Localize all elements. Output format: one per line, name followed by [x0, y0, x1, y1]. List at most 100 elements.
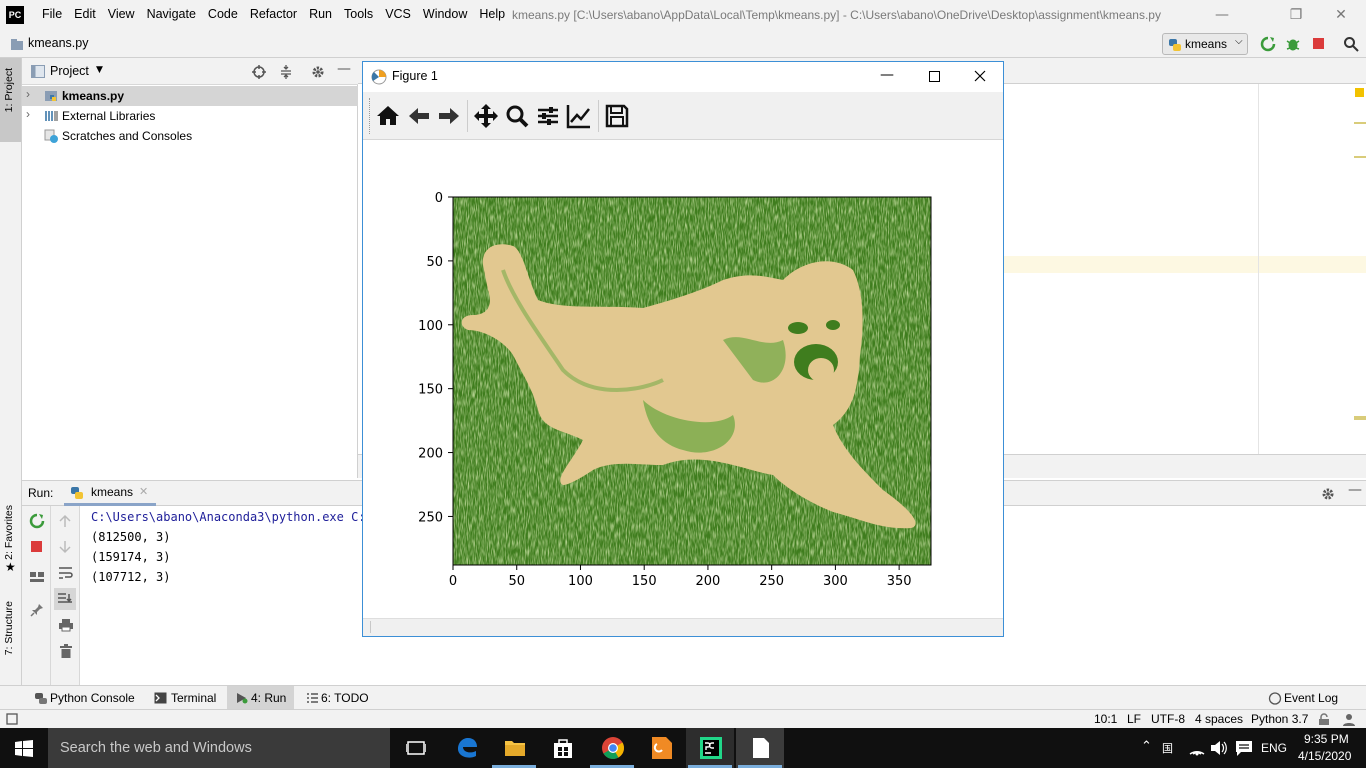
task-view-icon[interactable]	[406, 740, 426, 756]
minimize-icon[interactable]: —	[880, 67, 894, 83]
tool-tab-structure[interactable]: 7: Structure	[3, 601, 15, 655]
windows-start-icon[interactable]	[15, 740, 33, 757]
error-stripe-mark[interactable]	[1354, 416, 1366, 420]
search-icon[interactable]	[1343, 36, 1359, 52]
inspector-icon[interactable]	[1342, 713, 1356, 726]
run-tab-kmeans[interactable]: kmeans ✕	[64, 481, 156, 506]
zoom-icon[interactable]	[503, 102, 531, 130]
locate-icon[interactable]	[251, 64, 267, 80]
tool-windows-icon[interactable]	[6, 713, 18, 725]
edit-axis-icon[interactable]	[565, 102, 593, 130]
python-interpreter[interactable]: Python 3.7	[1251, 712, 1308, 726]
lock-icon[interactable]	[1318, 713, 1330, 726]
menu-window[interactable]: Window	[417, 7, 473, 21]
forward-icon[interactable]	[435, 102, 463, 130]
stop-icon[interactable]	[30, 540, 44, 554]
scroll-to-end-toggle[interactable]	[54, 588, 76, 610]
taskbar-store[interactable]	[538, 728, 586, 768]
taskbar-pdf-app[interactable]	[638, 728, 686, 768]
taskbar-pycharm[interactable]	[686, 728, 734, 768]
clock-date[interactable]: 4/15/2020	[1298, 749, 1351, 763]
menu-file[interactable]: File	[36, 7, 68, 21]
gear-icon[interactable]	[1320, 486, 1336, 502]
project-panel-header: Project ▼ —	[22, 58, 358, 85]
left-tool-strip: 1: Project 2: Favorites ★ 7: Structure	[0, 58, 22, 685]
menu-refactor[interactable]: Refactor	[244, 7, 303, 21]
menu-vcs[interactable]: VCS	[379, 7, 417, 21]
pan-icon[interactable]	[472, 102, 500, 130]
tab-run[interactable]: 4: Run	[227, 686, 294, 709]
pin-icon[interactable]	[30, 603, 44, 617]
input-method-icon[interactable]: 国	[1162, 740, 1180, 756]
run-icon	[237, 693, 248, 704]
print-icon[interactable]	[58, 618, 74, 632]
save-icon[interactable]	[603, 102, 631, 130]
gear-icon[interactable]	[310, 64, 326, 80]
down-arrow-icon[interactable]	[58, 540, 72, 554]
rerun-icon[interactable]	[1260, 36, 1276, 52]
menu-bar: File Edit View Navigate Code Refactor Ru…	[36, 7, 511, 21]
configure-subplots-icon[interactable]	[534, 102, 562, 130]
error-stripe-mark[interactable]	[1354, 122, 1366, 124]
minimize-icon[interactable]: —	[1211, 4, 1233, 26]
taskbar-edge[interactable]	[442, 728, 490, 768]
menu-view[interactable]: View	[102, 7, 141, 21]
taskbar-document[interactable]	[736, 728, 784, 768]
taskbar-chrome[interactable]	[588, 728, 636, 768]
hide-panel-icon[interactable]: —	[1348, 482, 1362, 498]
soft-wrap-icon[interactable]	[58, 566, 74, 580]
file-encoding[interactable]: UTF-8	[1151, 712, 1185, 726]
taskbar-explorer[interactable]	[490, 728, 538, 768]
home-icon[interactable]	[374, 102, 402, 130]
collapse-all-icon[interactable]	[278, 64, 294, 80]
layout-icon[interactable]	[29, 570, 45, 584]
rerun-icon[interactable]	[29, 513, 45, 529]
hide-panel-icon[interactable]: —	[337, 61, 351, 77]
close-icon[interactable]	[974, 70, 986, 82]
tree-item-external-libraries[interactable]: › External Libraries	[22, 106, 358, 126]
clock-time[interactable]: 9:35 PM	[1304, 732, 1349, 746]
close-icon[interactable]: ✕	[139, 485, 148, 498]
debug-icon[interactable]	[1285, 36, 1301, 52]
project-panel-title[interactable]: Project	[50, 64, 89, 78]
run-tab-label: kmeans	[91, 485, 134, 499]
up-arrow-icon[interactable]	[58, 514, 72, 528]
menu-code[interactable]: Code	[202, 7, 244, 21]
plot-canvas[interactable]: 0 50 100 150 200 250 300 350 0 50 100 150 200 250	[363, 140, 1003, 618]
tree-item-kmeans[interactable]: › kmeans.py	[22, 86, 358, 106]
volume-icon[interactable]	[1210, 740, 1228, 756]
trash-icon[interactable]	[59, 644, 73, 658]
menu-edit[interactable]: Edit	[68, 7, 102, 21]
run-config-select[interactable]: kmeans ⌵	[1162, 33, 1248, 55]
back-icon[interactable]	[405, 102, 433, 130]
line-separator[interactable]: LF	[1127, 712, 1141, 726]
error-stripe-mark[interactable]	[1354, 156, 1366, 158]
chevron-down-icon[interactable]: ▼	[96, 65, 103, 75]
language-indicator[interactable]: ENG	[1261, 741, 1287, 755]
warning-indicator[interactable]	[1355, 88, 1364, 97]
breadcrumb-file[interactable]: kmeans.py	[28, 36, 88, 50]
menu-run[interactable]: Run	[303, 7, 338, 21]
restore-icon[interactable]: ❐	[1285, 4, 1307, 26]
console-line: (812500, 3)	[91, 530, 171, 544]
chevron-up-icon[interactable]: ⌃	[1141, 738, 1152, 754]
maximize-icon[interactable]	[929, 71, 940, 82]
menu-navigate[interactable]: Navigate	[141, 7, 202, 21]
stop-icon[interactable]	[1312, 37, 1326, 51]
search-box[interactable]: Search the web and Windows	[48, 728, 390, 768]
indent-setting[interactable]: 4 spaces	[1195, 712, 1243, 726]
event-log-icon	[1268, 692, 1282, 705]
wifi-icon[interactable]	[1188, 740, 1206, 756]
python-icon	[71, 487, 83, 499]
figure-title-bar: Figure 1 —	[363, 62, 1003, 92]
expand-arrow-icon[interactable]: ›	[26, 107, 30, 121]
caret-position[interactable]: 10:1	[1094, 712, 1117, 726]
expand-arrow-icon[interactable]: ›	[26, 87, 30, 101]
tool-tab-favorites[interactable]: 2: Favorites	[3, 505, 15, 560]
menu-tools[interactable]: Tools	[338, 7, 379, 21]
tree-item-scratches[interactable]: Scratches and Consoles	[22, 126, 358, 146]
tool-tab-project[interactable]: 1: Project	[3, 68, 15, 112]
menu-help[interactable]: Help	[473, 7, 511, 21]
close-icon[interactable]: ✕	[1330, 4, 1352, 26]
notifications-icon[interactable]	[1235, 740, 1253, 756]
